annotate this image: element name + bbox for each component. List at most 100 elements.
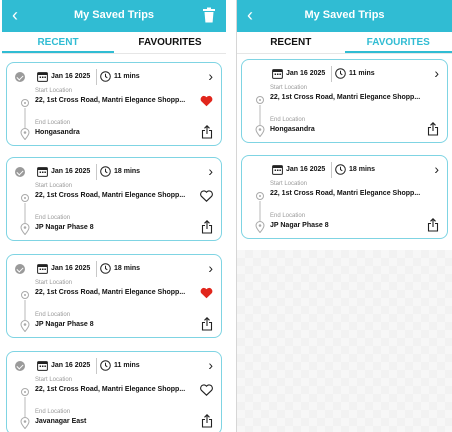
chevron-right-icon[interactable]: › (434, 65, 439, 81)
heart-outline-icon[interactable] (200, 190, 213, 202)
end-location-label: End Location (270, 117, 306, 123)
tab-favourites[interactable]: FAVOURITES (114, 32, 226, 53)
app-header: ‹ My Saved Trips (2, 0, 226, 32)
start-location-address: 22, 1st Cross Road, Mantri Elegance Shop… (270, 94, 421, 101)
location-pin-icon (255, 125, 265, 137)
chevron-right-icon[interactable]: › (434, 161, 439, 177)
page-title: My Saved Trips (73, 9, 155, 21)
chevron-right-icon[interactable]: › (208, 68, 213, 84)
tab-recent[interactable]: RECENT (237, 32, 345, 53)
start-location-address: 22, 1st Cross Road, Mantri Elegance Shop… (35, 386, 186, 393)
heart-filled-icon[interactable] (200, 95, 213, 107)
clock-icon (100, 360, 111, 371)
trip-card[interactable]: Jan 16 2025 11 mins › Start Location 22,… (6, 351, 222, 432)
heart-filled-icon[interactable] (200, 287, 213, 299)
start-location-icon (21, 291, 29, 299)
chevron-right-icon[interactable]: › (208, 163, 213, 179)
empty-list-background (237, 250, 452, 432)
route-connector (24, 108, 26, 128)
end-location-address: Hongasandra (35, 129, 80, 136)
calendar-icon (37, 72, 48, 82)
chevron-right-icon[interactable]: › (208, 260, 213, 276)
share-icon[interactable] (427, 218, 439, 232)
calendar-icon (37, 361, 48, 371)
location-pin-icon (20, 223, 30, 235)
start-location-address: 22, 1st Cross Road, Mantri Elegance Shop… (35, 289, 186, 296)
favourite-trips-screen: ‹ My Saved Trips RECENT FAVOURITES Jan 1… (236, 0, 452, 432)
location-pin-icon (255, 221, 265, 233)
start-location-label: Start Location (270, 181, 308, 187)
trash-icon[interactable] (202, 7, 216, 23)
end-location-label: End Location (270, 213, 306, 219)
calendar-icon (272, 165, 283, 175)
clock-icon (100, 71, 111, 82)
end-location-address: Hongasandra (270, 126, 315, 133)
tab-favourites[interactable]: FAVOURITES (344, 32, 452, 53)
end-location-label: End Location (35, 120, 71, 126)
tab-recent[interactable]: RECENT (2, 32, 114, 53)
trip-card[interactable]: Jan 16 2025 11 mins › Start Location 22,… (6, 62, 222, 146)
trip-duration: 11 mins (349, 70, 375, 77)
route-connector (259, 105, 261, 125)
app-header: ‹ My Saved Trips (237, 0, 452, 32)
trip-card[interactable]: Jan 16 2025 18 mins › Start Location 22,… (6, 254, 222, 338)
start-location-icon (21, 388, 29, 396)
check-circle-icon[interactable] (15, 167, 25, 177)
trip-date: Jan 16 2025 (51, 168, 91, 175)
calendar-icon (37, 167, 48, 177)
route-connector (24, 203, 26, 223)
share-icon[interactable] (201, 220, 213, 234)
trip-duration: 11 mins (114, 73, 140, 80)
heart-outline-icon[interactable] (200, 384, 213, 396)
page-title: My Saved Trips (304, 9, 385, 21)
divider (96, 164, 97, 180)
trip-card[interactable]: Jan 16 2025 11 mins › Start Location 22,… (241, 59, 448, 143)
divider (96, 261, 97, 277)
route-connector (259, 201, 261, 221)
calendar-icon (37, 264, 48, 274)
divider (331, 162, 332, 178)
trip-date: Jan 16 2025 (51, 362, 91, 369)
trip-date: Jan 16 2025 (51, 73, 91, 80)
trip-duration: 18 mins (114, 168, 141, 175)
start-location-icon (21, 99, 29, 107)
check-circle-icon[interactable] (15, 264, 25, 274)
start-location-label: Start Location (35, 377, 73, 383)
recent-trips-screen: ‹ My Saved Trips RECENT FAVOURITES Jan 1… (2, 0, 226, 432)
location-pin-icon (20, 128, 30, 140)
location-pin-icon (20, 417, 30, 429)
start-location-icon (256, 192, 264, 200)
share-icon[interactable] (427, 122, 439, 136)
start-location-icon (21, 194, 29, 202)
end-location-address: JP Nagar Phase 8 (35, 224, 94, 231)
route-connector (24, 300, 26, 320)
share-icon[interactable] (201, 125, 213, 139)
trip-date: Jan 16 2025 (51, 265, 91, 272)
check-circle-icon[interactable] (15, 361, 25, 371)
start-location-address: 22, 1st Cross Road, Mantri Elegance Shop… (35, 97, 186, 104)
start-location-icon (256, 96, 264, 104)
clock-icon (335, 164, 346, 175)
trip-duration: 11 mins (114, 362, 140, 369)
trip-duration: 18 mins (349, 166, 376, 173)
trip-card[interactable]: Jan 16 2025 18 mins › Start Location 22,… (6, 157, 222, 241)
trip-card[interactable]: Jan 16 2025 18 mins › Start Location 22,… (241, 155, 448, 239)
start-location-label: Start Location (35, 280, 73, 286)
end-location-label: End Location (35, 312, 71, 318)
trip-duration: 18 mins (114, 265, 141, 272)
share-icon[interactable] (201, 317, 213, 331)
trip-date: Jan 16 2025 (286, 70, 326, 77)
check-circle-icon[interactable] (15, 72, 25, 82)
start-location-address: 22, 1st Cross Road, Mantri Elegance Shop… (35, 192, 186, 199)
clock-icon (100, 263, 111, 274)
end-location-label: End Location (35, 409, 71, 415)
chevron-right-icon[interactable]: › (208, 357, 213, 373)
clock-icon (100, 166, 111, 177)
start-location-label: Start Location (35, 183, 73, 189)
end-location-address: Javanagar East (35, 418, 87, 425)
share-icon[interactable] (201, 414, 213, 428)
divider (96, 69, 97, 85)
divider (96, 358, 97, 374)
trip-tabs: RECENT FAVOURITES (2, 32, 226, 54)
end-location-address: JP Nagar Phase 8 (270, 222, 329, 229)
